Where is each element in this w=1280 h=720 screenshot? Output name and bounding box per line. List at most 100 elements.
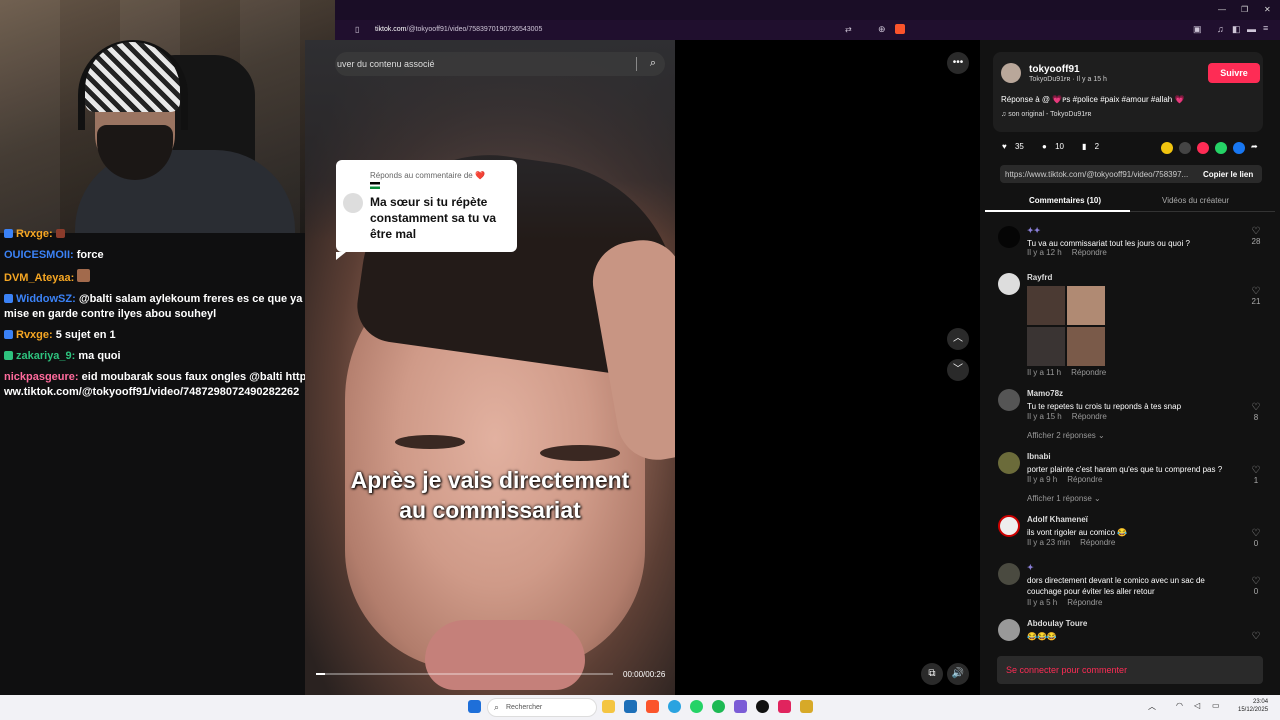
avatar[interactable] <box>998 619 1020 641</box>
chat-message: zakariya_9: ma quoi <box>4 349 331 364</box>
heart-icon: ♡ <box>1251 465 1261 476</box>
close-icon[interactable]: ✕ <box>1264 5 1271 14</box>
comment-like[interactable]: ♡ 0 <box>1248 528 1264 548</box>
comment-meta: Il y a 5 h Répondre <box>1027 598 1103 607</box>
show-replies-button[interactable]: Afficher 2 réponses ⌄ <box>1027 431 1105 440</box>
music-icon[interactable]: ♫ <box>1217 24 1224 34</box>
comment-text: dors directement devant le comico avec u… <box>1027 576 1205 596</box>
reply-link[interactable]: Répondre <box>1080 538 1115 547</box>
telegram-icon[interactable] <box>668 700 681 713</box>
search-input[interactable]: uver du contenu associé ⌕ <box>335 52 665 76</box>
volume-icon[interactable]: ◁ <box>1194 701 1200 710</box>
pip-icon[interactable]: ⧉ <box>921 663 943 685</box>
tab-comments[interactable]: Commentaires (10) <box>1029 196 1101 205</box>
extensions-icon[interactable]: ▬ <box>1247 24 1256 34</box>
avatar[interactable] <box>1001 63 1021 83</box>
url-text[interactable]: tiktok.com/@tokyooff91/video/75839701907… <box>375 26 542 33</box>
store-icon[interactable] <box>624 700 637 713</box>
avatar[interactable] <box>998 273 1020 295</box>
comment-like[interactable]: ♡ 21 <box>1248 286 1264 306</box>
comment-author[interactable]: ✦✦ <box>1027 226 1040 235</box>
bookmark-icon[interactable]: ▯ <box>355 25 359 34</box>
login-to-comment-button[interactable]: Se connecter pour commenter <box>997 656 1263 684</box>
like-button[interactable]: ♥ 35 <box>1002 142 1024 151</box>
save-button[interactable]: ▮ 2 <box>1082 142 1099 151</box>
chevron-down-icon[interactable]: ﹀ <box>947 359 969 381</box>
share-icon[interactable]: ➦ <box>1251 142 1258 151</box>
chat-message: OUICESMOII: force <box>4 249 104 261</box>
reply-link[interactable]: Répondre <box>1067 598 1102 607</box>
comment-author[interactable]: Mamo78z <box>1027 389 1063 398</box>
chevron-up-icon[interactable]: ︿ <box>947 328 969 350</box>
avatar[interactable] <box>998 389 1020 411</box>
sidebar-icon[interactable]: ◧ <box>1232 24 1241 35</box>
username[interactable]: tokyooff91 <box>1029 64 1080 75</box>
taskbar: ⌕ Rechercher ︿ ◠ ◁ ▭ 23:04 15/12/2025 <box>0 695 1280 720</box>
comment-like[interactable]: ♡ <box>1248 631 1264 642</box>
avatar[interactable] <box>998 563 1020 585</box>
address-bar[interactable]: ▯ tiktok.com/@tokyooff91/video/758397019… <box>335 20 1280 40</box>
comment-author[interactable]: ✦ <box>1027 563 1034 572</box>
translate-icon[interactable]: ⇄ <box>845 25 852 34</box>
video-timecode: 00:00/00:26 <box>623 670 666 679</box>
follow-button[interactable]: Suivre <box>1208 63 1260 83</box>
taskbar-search-input[interactable]: ⌕ Rechercher <box>487 698 597 717</box>
brave-icon[interactable] <box>646 700 659 713</box>
spotify-icon[interactable] <box>712 700 725 713</box>
comment-like[interactable]: ♡ 28 <box>1248 226 1264 246</box>
sound-line[interactable]: ♫ son original - TokyoDu91ғʀ <box>1001 111 1091 118</box>
app-icon[interactable] <box>778 700 791 713</box>
system-clock[interactable]: 23:04 15/12/2025 <box>1238 698 1268 714</box>
comment-like[interactable]: ♡ 8 <box>1248 402 1264 422</box>
reply-link[interactable]: Répondre <box>1072 248 1107 257</box>
tab-creator-videos[interactable]: Vidéos du créateur <box>1162 196 1229 205</box>
chat-message: Rvxge: 5 sujet en 1 <box>4 328 331 343</box>
avatar[interactable] <box>998 226 1020 248</box>
send-icon[interactable] <box>1197 142 1209 154</box>
windows-start-icon[interactable] <box>468 700 481 713</box>
zoom-icon[interactable]: ⊕ <box>878 24 886 35</box>
heart-icon: ♡ <box>1251 286 1261 297</box>
comment-author[interactable]: Rayfrd <box>1027 273 1052 282</box>
file-explorer-icon[interactable] <box>602 700 615 713</box>
volume-icon[interactable]: 🔊 <box>947 663 969 685</box>
obs-icon[interactable] <box>756 700 769 713</box>
wifi-icon[interactable]: ◠ <box>1176 701 1183 710</box>
menu-icon[interactable]: ≡ <box>1263 23 1268 33</box>
reply-link[interactable]: Répondre <box>1071 368 1106 377</box>
reply-link[interactable]: Répondre <box>1072 412 1107 421</box>
search-icon[interactable]: ⌕ <box>650 57 656 70</box>
app-icon[interactable] <box>800 700 813 713</box>
copy-link-button[interactable]: Copier le lien <box>1203 170 1253 179</box>
comment-image[interactable] <box>1027 286 1105 366</box>
comment-author[interactable]: Ibnabi <box>1027 452 1051 461</box>
chat-message: WiddowSZ: @balti salam aylekoum freres e… <box>4 293 325 320</box>
avatar[interactable] <box>998 515 1020 537</box>
restore-icon[interactable]: ❐ <box>1241 5 1248 14</box>
show-replies-button[interactable]: Afficher 1 réponse ⌄ <box>1027 494 1101 503</box>
reply-header: Réponds au commentaire de ❤️ <box>370 171 485 180</box>
post-link[interactable]: https://www.tiktok.com/@tokyooff91/video… <box>1005 170 1197 179</box>
video-player[interactable] <box>305 40 675 695</box>
video-progress-bar[interactable] <box>316 673 613 675</box>
comment-author[interactable]: Adolf Khameneï <box>1027 515 1088 524</box>
comment-author[interactable]: Abdoulay Toure <box>1027 619 1087 628</box>
app-icon[interactable] <box>734 700 747 713</box>
tray-chevron-icon[interactable]: ︿ <box>1148 701 1156 712</box>
comment-like[interactable]: ♡ 1 <box>1248 465 1264 485</box>
battery-icon[interactable]: ▭ <box>1212 701 1220 710</box>
chat-message: nickpasgeure: eid moubarak sous faux ong… <box>4 371 331 398</box>
embed-icon[interactable] <box>1179 142 1191 154</box>
wallet-icon[interactable]: ▣ <box>1193 24 1202 35</box>
whatsapp-icon[interactable] <box>1215 142 1227 154</box>
facebook-icon[interactable] <box>1233 142 1245 154</box>
whatsapp-icon[interactable] <box>690 700 703 713</box>
comment-button[interactable]: ● 10 <box>1042 142 1064 151</box>
repost-icon[interactable] <box>1161 142 1173 154</box>
brave-shield-icon[interactable] <box>895 24 905 34</box>
avatar[interactable] <box>998 452 1020 474</box>
more-options-icon[interactable]: ••• <box>947 52 969 74</box>
minimize-icon[interactable]: — <box>1218 5 1226 14</box>
reply-link[interactable]: Répondre <box>1067 475 1102 484</box>
comment-like[interactable]: ♡ 0 <box>1248 576 1264 596</box>
